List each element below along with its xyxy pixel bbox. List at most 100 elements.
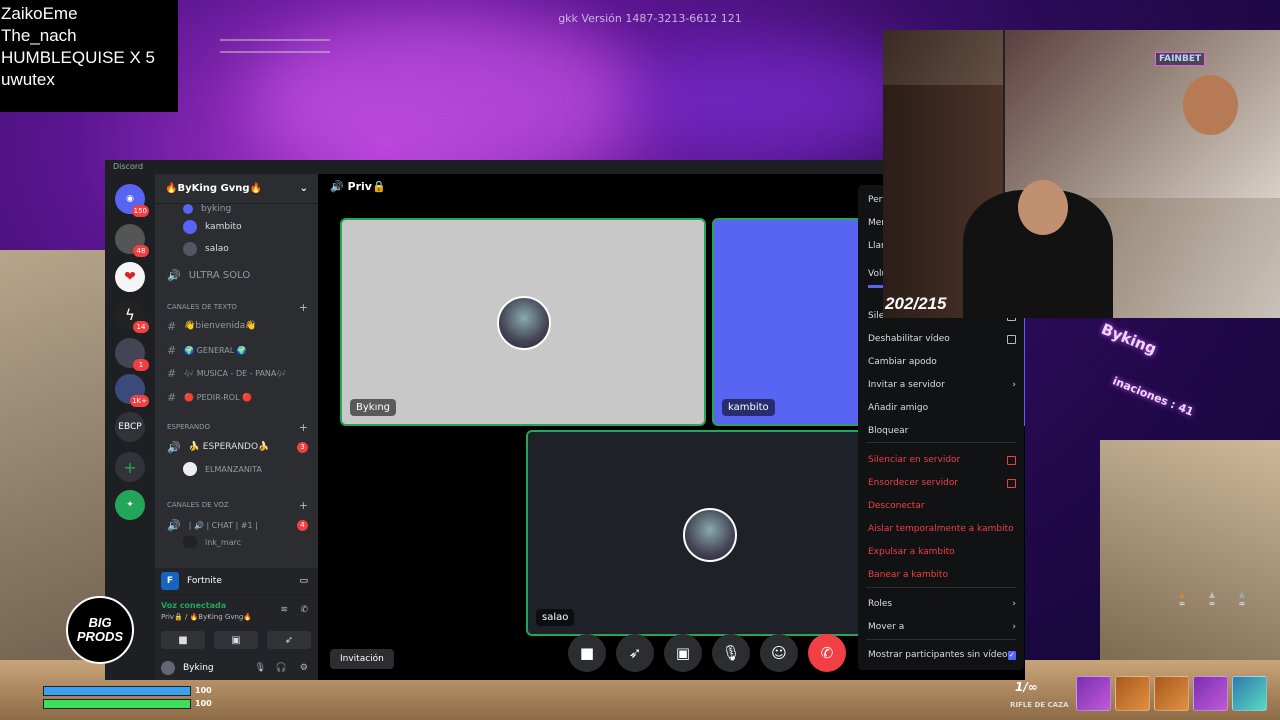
hotbar-slot[interactable] [1115,676,1150,711]
big-prods-logo: BIG PRODS [66,596,134,664]
channel-sidebar: 🔥ByKing Gvng🔥 ⌄ byking kambito salao 🔊 U… [155,174,318,680]
direct-messages-button[interactable]: ◉ 150 [115,184,149,217]
chevron-right-icon: › [1012,380,1016,390]
screen-share-button[interactable]: ▣ [214,631,258,649]
hearts-icon: ❤ [124,269,136,285]
chevron-right-icon: › [1012,599,1016,609]
avatar [683,508,737,562]
menu-item-block[interactable]: Bloquear [868,422,1016,440]
server-icon[interactable]: 48 [115,224,149,257]
menu-item-change-nickname[interactable]: Cambiar apodo [868,353,1016,371]
streamer-2-figure [1183,75,1238,135]
disconnect-icon[interactable]: ✆ [300,605,308,615]
gear-icon[interactable]: ⚙ [300,663,308,673]
camera-button[interactable]: ■ [161,631,205,649]
logo-text: PRODS [76,629,124,644]
activity-launch-button[interactable]: ➶ [616,634,654,672]
menu-item-ban[interactable]: Banear a kambito [868,566,1016,584]
server-icon[interactable]: 1K+ [115,374,149,407]
activity-button[interactable]: ➶ [267,631,311,649]
activity-bar[interactable]: F Fortnite ▭ [155,568,318,594]
net-stats-graph [220,14,330,54]
monitor-icon[interactable]: ▭ [299,576,308,586]
menu-label: Mostrar participantes sin vídeo [868,650,1008,660]
add-channel-icon[interactable]: + [299,499,308,512]
stone-icon: ▲ [1208,590,1216,599]
channel-pedir-rol[interactable]: # 🔴 PEDIR-ROL 🔴 [155,388,318,406]
menu-item-disconnect[interactable]: Desconectar [868,497,1016,515]
add-channel-icon[interactable]: + [299,421,308,434]
hotbar-slot[interactable] [1193,676,1228,711]
voice-member[interactable]: byking [155,200,318,218]
material-metal: ▲ ∞ [1230,590,1254,608]
menu-item-timeout[interactable]: Aislar temporalmente a kambito [868,520,1016,538]
category-esperando[interactable]: ESPERANDO + [155,418,318,436]
channel-ultra-solo[interactable]: 🔊 ULTRA SOLO [155,266,318,284]
unread-badge: 48 [133,245,149,257]
material-wood: ▲ ∞ [1170,590,1194,608]
webcam-inset [1003,30,1280,198]
menu-item-kick[interactable]: Expulsar a kambito [868,543,1016,561]
mic-icon[interactable]: 🎙 [255,663,266,673]
server-icon[interactable]: 1 [115,338,149,371]
menu-item-show-non-video[interactable]: Mostrar participantes sin vídeo ✓ [868,646,1016,664]
server-icon-ebcp[interactable]: EBCP [115,412,145,442]
menu-label: Banear a kambito [868,570,948,580]
checkbox [1007,455,1016,465]
menu-item-invite-to-server[interactable]: Invitar a servidor › [868,376,1016,394]
invite-button[interactable]: Invitación [330,649,394,669]
server-icon[interactable]: ϟ 14 [115,300,149,333]
channel-musica[interactable]: # 🎶 MUSICA - DE - PANA🎶 [155,364,318,382]
username: Byking [183,663,214,673]
leave-call-button[interactable]: ✆ [808,634,846,672]
server-icon[interactable]: ❤ [115,262,145,292]
unread-badge: 14 [133,321,149,333]
health-bar [43,699,191,709]
neon-sign-text: Byking [1098,319,1160,359]
headphones-icon[interactable]: 🎧 [276,663,287,673]
plus-icon: + [123,457,137,477]
mic-icon: 🎙 [721,644,741,662]
speaker-icon: 🔊 [167,440,181,454]
menu-item-roles[interactable]: Roles › [868,595,1016,613]
channel-bienvenida[interactable]: # 👋bienvenida👋 [155,317,318,335]
menu-item-move-to[interactable]: Mover a › [868,618,1016,636]
menu-item-disable-video[interactable]: Deshabilitar vídeo [868,330,1016,348]
menu-label: Ensordecer servidor [868,478,959,488]
add-server-button[interactable]: + [115,452,145,482]
camera-toggle-button[interactable]: ■ [568,634,606,672]
viewer-name: The_nach [1,26,77,45]
noise-suppression-icon[interactable]: ≋ [280,605,288,615]
voice-member[interactable]: kambito [155,218,318,236]
menu-item-server-mute[interactable]: Silenciar en servidor [868,451,1016,469]
ammo-count: 1/∞ [1015,680,1038,694]
participant-name: kambito [722,399,775,416]
channel-name: 🍌 ESPERANDO🍌 [188,442,270,452]
participant-name: Bykıng [350,399,397,416]
explore-servers-button[interactable]: ✦ [115,490,145,520]
add-channel-icon[interactable]: + [299,301,308,314]
hotbar-slot[interactable] [1076,676,1111,711]
mic-toggle-button[interactable]: 🎙 [712,634,750,672]
channel-esperando[interactable]: 🔊 🍌 ESPERANDO🍌 3 [155,438,318,456]
hotbar-slot[interactable] [1232,676,1267,711]
avatar[interactable] [161,661,175,675]
menu-item-add-friend[interactable]: Añadir amigo [868,399,1016,417]
channel-chat-1[interactable]: 🔊 | 🔊 | CHAT | #1 | 4 [155,516,318,534]
menu-item-server-deafen[interactable]: Ensordecer servidor [868,474,1016,492]
avatar [183,462,197,476]
video-tile-byking[interactable]: Bykıng [340,218,706,426]
video-tile-salao[interactable]: salao [526,430,866,636]
screen-share-button[interactable]: ▣ [664,634,702,672]
soundboard-button[interactable]: ☺ [760,634,798,672]
category-voice-channels[interactable]: CANALES DE VOZ + [155,496,318,514]
menu-label: Deshabilitar vídeo [868,334,950,344]
category-text-channels[interactable]: CANALES DE TEXTO + [155,298,318,316]
voice-member[interactable]: salao [155,240,318,258]
hotbar-slot[interactable] [1154,676,1189,711]
shield-value: 100 [195,686,212,695]
voice-member[interactable]: lnk_marc [155,536,318,548]
channel-title: Priv🔒 [347,180,386,193]
channel-general[interactable]: # 🌍 GENERAL 🌍 [155,341,318,359]
voice-member[interactable]: ELMANZANITA [155,460,318,478]
